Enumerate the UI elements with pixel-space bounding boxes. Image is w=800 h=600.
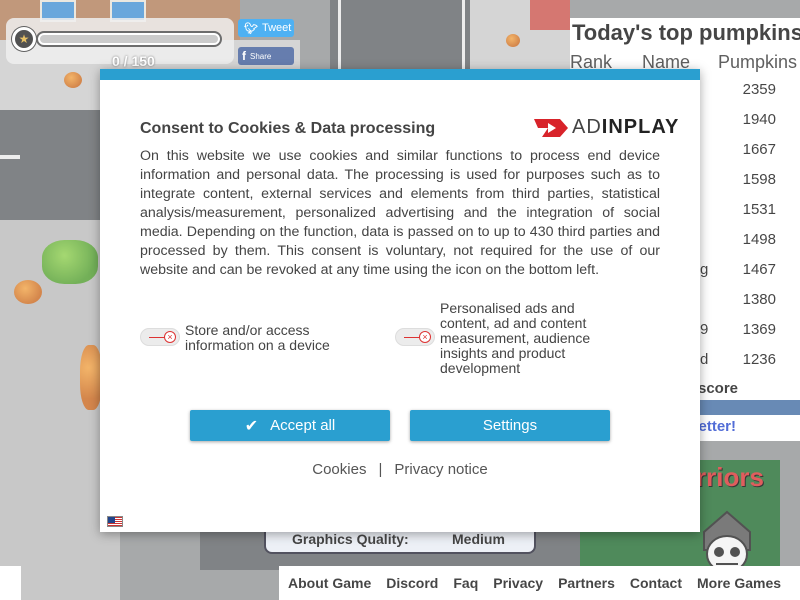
accept-all-button[interactable]: ✔ Accept all (190, 410, 390, 441)
checkmark-icon: ✔ (244, 417, 259, 435)
link-separator: | (378, 461, 383, 478)
store-access-toggle[interactable]: × (140, 328, 180, 346)
language-flag-icon[interactable] (107, 516, 123, 527)
toggle-off-icon: × (419, 331, 431, 343)
personalised-ads-toggle[interactable]: × (395, 328, 435, 346)
accept-all-label: Accept all (270, 417, 336, 434)
settings-label: Settings (482, 417, 538, 434)
consent-title: Consent to Cookies & Data processing (140, 120, 436, 137)
settings-button[interactable]: Settings (410, 410, 610, 441)
purpose-ads-label: Personalised ads and content, ad and con… (440, 300, 591, 376)
cookies-link[interactable]: Cookies (312, 461, 366, 478)
adinplay-logo: AD INPLAY (534, 116, 679, 139)
privacy-notice-link[interactable]: Privacy notice (394, 461, 487, 478)
consent-body: On this website we use cookies and simil… (140, 148, 660, 278)
logo-text-ad: AD (572, 116, 602, 138)
purpose-store-label: Store and/or access information on a dev… (185, 322, 330, 353)
adinplay-logo-icon (534, 118, 568, 137)
consent-dialog: Consent to Cookies & Data processing AD … (100, 69, 700, 532)
toggle-off-icon: × (164, 331, 176, 343)
logo-text-inplay: INPLAY (601, 116, 680, 138)
consent-links: Cookies | Privacy notice (100, 461, 700, 478)
